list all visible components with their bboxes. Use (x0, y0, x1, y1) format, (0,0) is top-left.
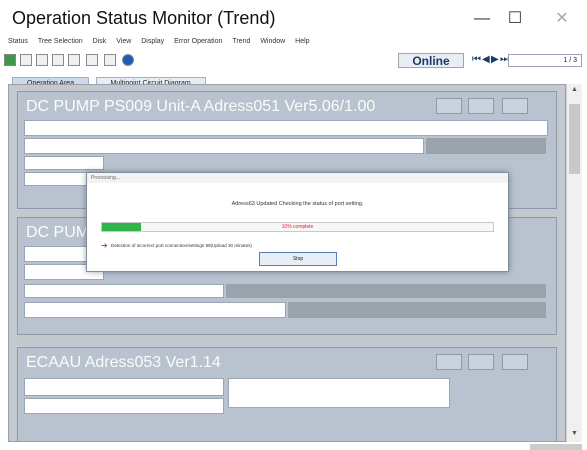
status-table (24, 378, 224, 396)
bit-table (228, 378, 450, 408)
menu-item-error-operation[interactable]: Error Operation (174, 38, 222, 45)
panel-detail-button[interactable] (468, 354, 494, 370)
online-status-button[interactable]: Online (398, 53, 464, 68)
menu-item-status[interactable]: Status (8, 38, 28, 45)
empty-area (288, 302, 546, 318)
help-icon[interactable] (122, 54, 134, 66)
connect-icon[interactable] (4, 54, 16, 66)
scroll-thumb[interactable] (569, 104, 580, 174)
panel-title: ECAAU Adress053 Ver1.14 (26, 354, 221, 371)
maximize-button[interactable]: ☐ (500, 8, 530, 30)
status-table (24, 120, 548, 136)
minimize-button[interactable]: — (467, 8, 497, 30)
grid-icon[interactable] (104, 54, 116, 66)
copy-icon[interactable] (36, 54, 48, 66)
menu-item-tree-selection[interactable]: Tree Selection (38, 38, 83, 45)
menu-bar: Status Tree Selection Disk View Display … (0, 38, 587, 51)
tab-strip: Operation Area Multipoint Circuit Diagra… (12, 72, 208, 90)
page-indicator[interactable]: 1 / 3 (508, 54, 582, 67)
scroll-down-icon[interactable]: ▼ (571, 430, 578, 437)
scroll-up-icon[interactable]: ▲ (571, 86, 578, 93)
prev-page-icon[interactable]: ◀ (482, 54, 490, 65)
status-table (24, 284, 224, 298)
panel-detail-button[interactable] (468, 98, 494, 114)
progress-bar: 10% complete (101, 222, 494, 232)
panel-title: DC PUMP PS009 Unit-A Adress051 Ver5.06/1… (26, 98, 376, 115)
menu-item-view[interactable]: View (116, 38, 131, 45)
list-icon[interactable] (86, 54, 98, 66)
stop-button[interactable]: Stop (259, 252, 337, 266)
status-table (24, 156, 104, 170)
close-button[interactable]: ✕ (547, 8, 577, 30)
dialog-title: Processing... (87, 173, 508, 183)
empty-area (426, 138, 546, 154)
edit-icon[interactable] (68, 54, 80, 66)
progress-dialog: Processing... Adress63 Updated Checking … (86, 172, 509, 272)
menu-item-trend[interactable]: Trend (232, 38, 250, 45)
search-icon[interactable] (20, 54, 32, 66)
panel-close-button[interactable] (502, 354, 528, 370)
status-table (24, 138, 424, 154)
empty-area (226, 284, 546, 298)
panel-close-button[interactable] (502, 98, 528, 114)
first-page-icon[interactable]: ⏮ (472, 54, 481, 65)
panel-graph-button[interactable] (436, 98, 462, 114)
warning-arrow-icon: ➔ (101, 241, 108, 250)
title-bar: Operation Status Monitor (Trend) — ☐ ✕ (0, 0, 587, 38)
unit-panel-3: ECAAU Adress053 Ver1.14 (17, 347, 557, 441)
dialog-message: Adress63 Updated Checking the status of … (231, 201, 364, 207)
status-bar-indicator (530, 444, 582, 450)
next-page-icon[interactable]: ▶ (491, 54, 499, 65)
menu-item-display[interactable]: Display (141, 38, 164, 45)
window-title: Operation Status Monitor (Trend) (12, 8, 276, 28)
menu-item-window[interactable]: Window (260, 38, 285, 45)
menu-item-help[interactable]: Help (295, 38, 309, 45)
menu-item-disk[interactable]: Disk (93, 38, 107, 45)
vertical-scrollbar[interactable]: ▲ ▼ (566, 84, 582, 442)
panel-graph-button[interactable] (436, 354, 462, 370)
warning-text: Detection of incorrect port connection/s… (111, 243, 252, 248)
progress-label: 10% complete (281, 224, 314, 230)
paste-icon[interactable] (52, 54, 64, 66)
status-table (24, 398, 224, 414)
status-table (24, 302, 286, 318)
